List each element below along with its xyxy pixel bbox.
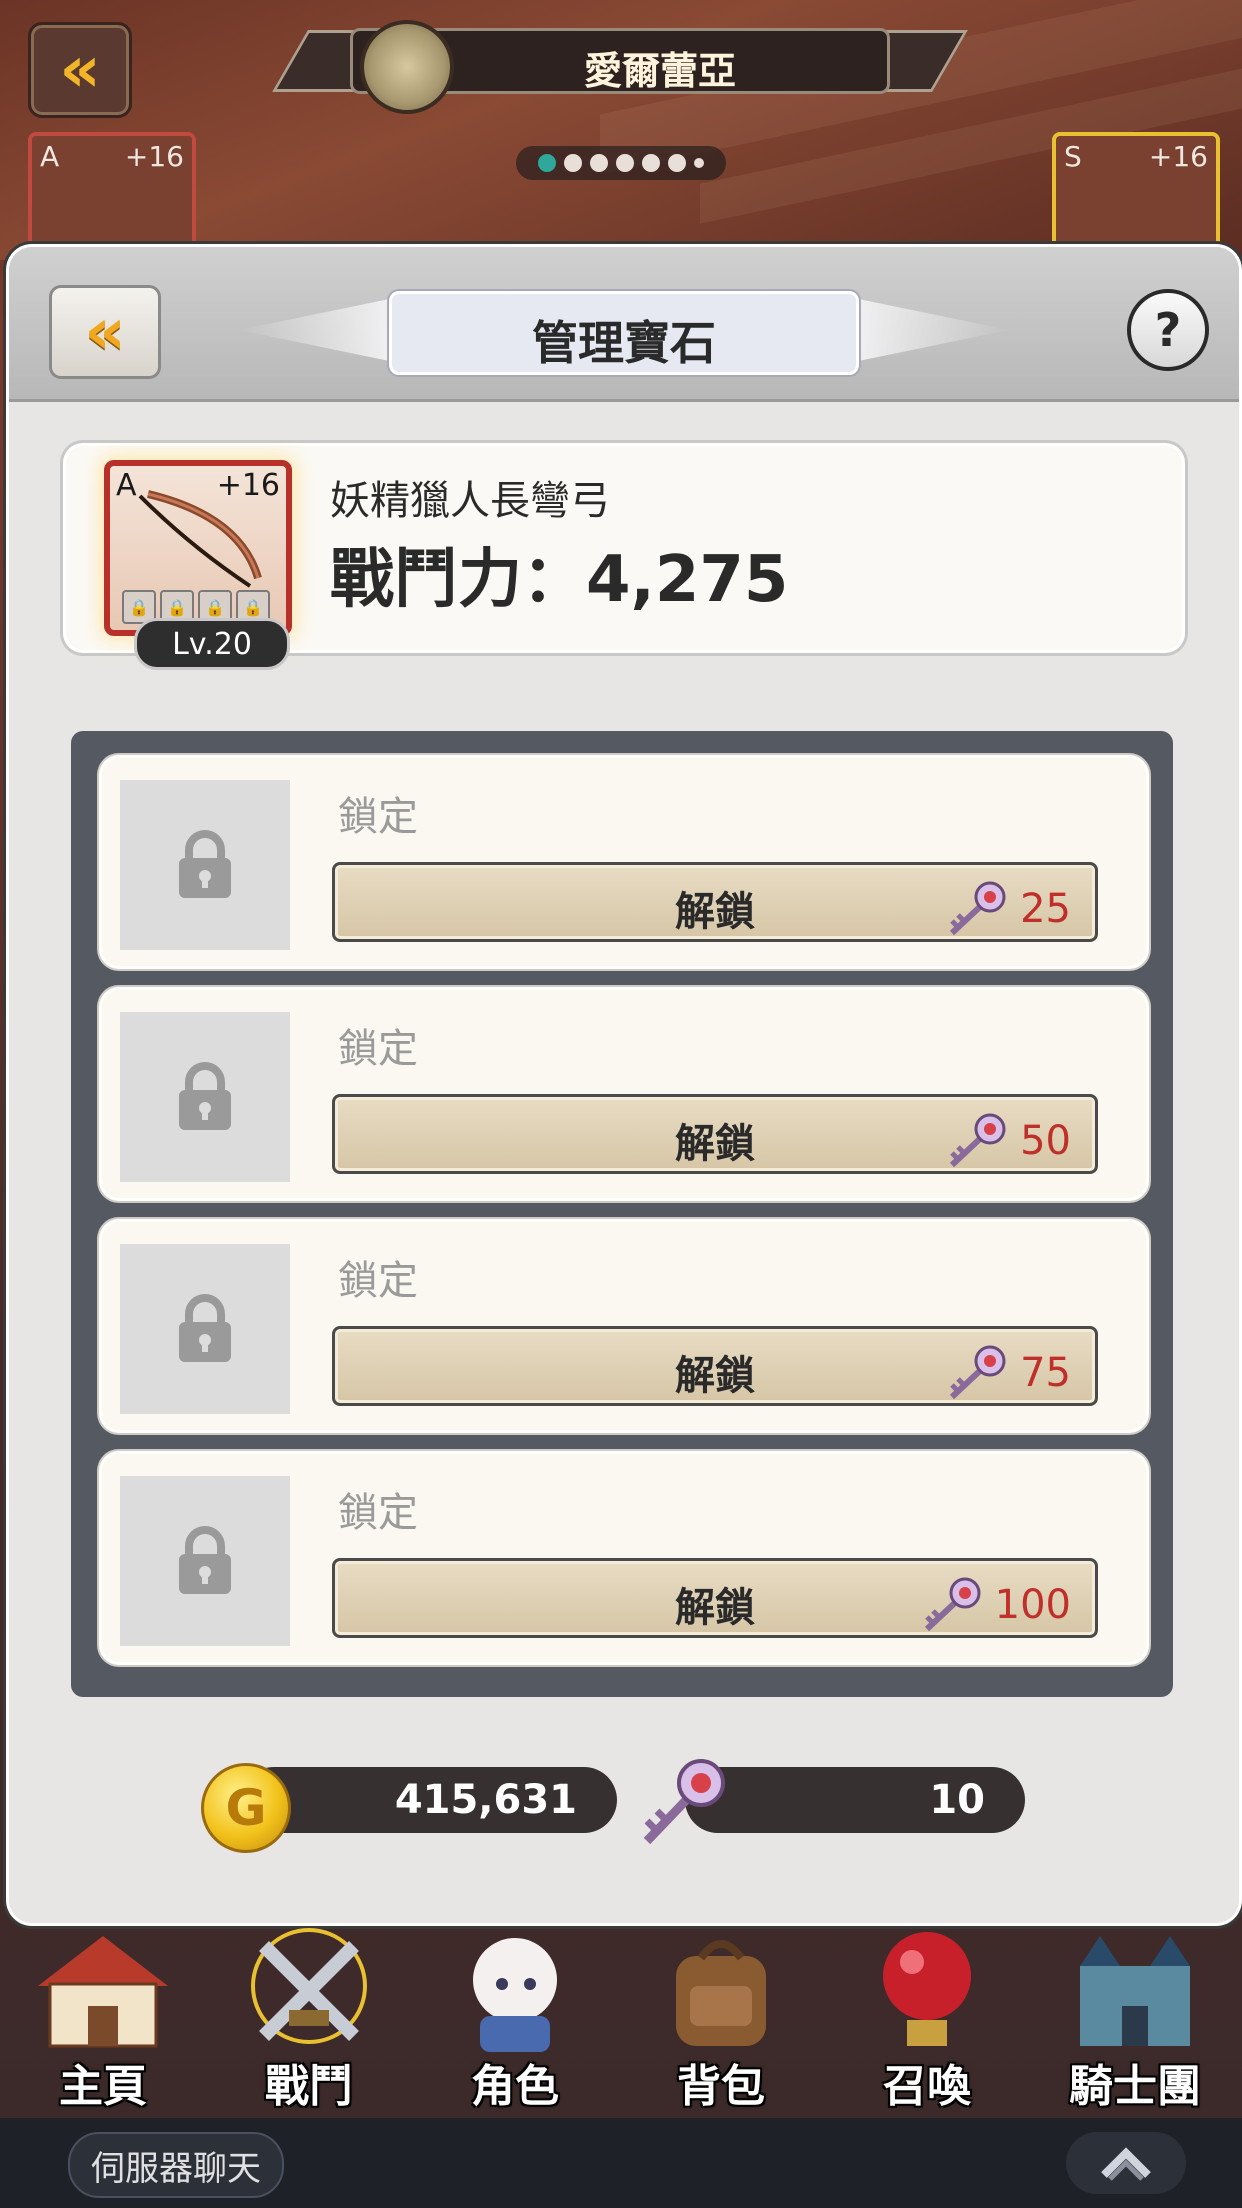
nav-label: 角色 xyxy=(471,2061,559,2112)
castle-icon xyxy=(1080,1936,1190,2046)
unlock-cost-value: 50 xyxy=(1020,1118,1071,1164)
gold-counter: 415,631 G xyxy=(201,1763,617,1853)
gem-key-icon xyxy=(950,1113,1006,1168)
back-button[interactable]: « xyxy=(49,285,161,379)
gem-slot: 鎖定 解鎖 75 xyxy=(99,1219,1149,1433)
gem-key-counter: 10 xyxy=(643,1759,1025,1845)
unlock-button[interactable]: 解鎖 50 xyxy=(332,1094,1098,1174)
item-thumbnail[interactable]: A +16 🔒 🔒 🔒 🔒 xyxy=(104,460,292,636)
gem-slot-icon-box xyxy=(120,1476,290,1646)
enhance-label: +16 xyxy=(124,140,184,173)
nav-label: 主頁 xyxy=(59,2061,147,2112)
unlock-button[interactable]: 解鎖 100 xyxy=(332,1558,1098,1638)
character-icon xyxy=(473,1938,557,2052)
gem-key-icon xyxy=(950,881,1006,936)
manage-gems-dialog: « 管理寶石 ? A +16 🔒 🔒 🔒 🔒 Lv.20 妖精獵人長彎弓 戰鬥力… xyxy=(6,244,1242,1926)
backpack-icon xyxy=(676,1940,766,2046)
slot-status-label: 鎖定 xyxy=(338,1026,418,1072)
lock-icon xyxy=(179,1526,231,1594)
nav-item-character[interactable]: 角色 xyxy=(420,1920,610,2120)
pager-dot[interactable] xyxy=(538,154,556,172)
help-button[interactable]: ? xyxy=(1127,289,1209,371)
gem-slot-icon-box xyxy=(120,780,290,950)
gem-slot-icon-box xyxy=(120,1012,290,1182)
expand-chat-button[interactable] xyxy=(1066,2132,1186,2194)
gem-slot-icon-box xyxy=(120,1244,290,1414)
gold-coin-icon: G xyxy=(201,1763,291,1853)
server-chat-button[interactable]: 伺服器聊天 xyxy=(68,2132,284,2198)
nav-label: 召喚 xyxy=(883,2061,971,2112)
question-mark-icon: ? xyxy=(1154,303,1182,357)
pager-dot[interactable] xyxy=(694,158,704,168)
unlock-button[interactable]: 解鎖 25 xyxy=(332,862,1098,942)
unlock-cost-value: 75 xyxy=(1020,1350,1071,1396)
item-level-badge: Lv.20 xyxy=(134,618,290,670)
gem-slot: 鎖定 解鎖 50 xyxy=(99,987,1149,1201)
unlock-button[interactable]: 解鎖 75 xyxy=(332,1326,1098,1406)
gem-slot: 鎖定 解鎖 25 xyxy=(99,755,1149,969)
double-chevron-left-icon: « xyxy=(84,295,126,369)
unlock-cost: 75 xyxy=(944,1343,1071,1403)
lock-icon xyxy=(179,1294,231,1362)
nav-item-battle[interactable]: 戰鬥 xyxy=(214,1920,404,2120)
nav-label: 背包 xyxy=(677,2061,765,2112)
dialog-header: « 管理寶石 ? xyxy=(9,247,1239,402)
nav-label: 騎士團 xyxy=(1069,2061,1201,2112)
pager-dot[interactable] xyxy=(590,154,608,172)
item-name: 妖精獵人長彎弓 xyxy=(330,478,610,524)
chat-bar: 伺服器聊天 xyxy=(0,2118,1242,2208)
pager-dot[interactable] xyxy=(668,154,686,172)
slot-status-label: 鎖定 xyxy=(338,1258,418,1304)
top-title: 愛爾蕾亞 xyxy=(583,49,736,93)
emblem-icon xyxy=(360,20,454,114)
chevron-up-icon xyxy=(1101,2147,1151,2181)
house-icon xyxy=(38,1936,168,2048)
pager-dot[interactable] xyxy=(564,154,582,172)
pager-dot[interactable] xyxy=(642,154,660,172)
unlock-cost: 25 xyxy=(944,879,1071,939)
unlock-cost-value: 25 xyxy=(1020,886,1071,932)
page-indicator[interactable] xyxy=(516,146,726,180)
pager-dot[interactable] xyxy=(616,154,634,172)
background-item-card: A +16 xyxy=(28,132,196,250)
gem-key-amount: 10 xyxy=(685,1767,1025,1833)
title-banner: 管理寶石 xyxy=(239,285,1009,375)
nav-item-summon[interactable]: 召喚 xyxy=(832,1920,1022,2120)
unlock-cost: 50 xyxy=(944,1111,1071,1171)
item-info-card: A +16 🔒 🔒 🔒 🔒 Lv.20 妖精獵人長彎弓 戰鬥力：4,275 xyxy=(63,443,1185,670)
dialog-title: 管理寶石 xyxy=(532,316,716,370)
top-back-button[interactable]: « xyxy=(28,22,132,118)
item-combat-power: 戰鬥力：4,275 xyxy=(330,543,789,617)
gem-key-icon xyxy=(643,1759,725,1845)
nav-label: 戰鬥 xyxy=(265,2061,353,2112)
gold-amount: 415,631 xyxy=(241,1767,617,1833)
gem-slot: 鎖定 解鎖 100 xyxy=(99,1451,1149,1665)
summon-orb-icon xyxy=(883,1932,971,2046)
slot-status-label: 鎖定 xyxy=(338,1490,418,1536)
gem-slots-panel: 鎖定 解鎖 25 鎖定 解鎖 50 鎖定 解鎖 75 鎖定 解鎖 100 xyxy=(71,731,1173,1697)
crossed-swords-icon xyxy=(251,1928,367,2044)
nav-item-bag[interactable]: 背包 xyxy=(626,1920,816,2120)
longbow-icon xyxy=(138,490,262,588)
unlock-cost-value: 100 xyxy=(994,1582,1071,1628)
top-banner: 愛爾蕾亞 xyxy=(272,18,968,114)
nav-item-guild[interactable]: 騎士團 xyxy=(1040,1920,1230,2120)
gem-key-icon xyxy=(924,1577,981,1632)
bottom-navigation: 主頁 戰鬥 角色 背包 召喚 騎士團 xyxy=(0,1920,1242,2120)
slot-status-label: 鎖定 xyxy=(338,794,418,840)
nav-item-home[interactable]: 主頁 xyxy=(8,1920,198,2120)
lock-icon xyxy=(179,1062,231,1130)
grade-label: S xyxy=(1064,140,1082,173)
lock-icon xyxy=(179,830,231,898)
gem-key-icon xyxy=(950,1345,1006,1400)
gold-coin-letter: G xyxy=(225,1779,267,1837)
background-item-card: S +16 xyxy=(1052,132,1220,250)
unlock-cost: 100 xyxy=(919,1575,1071,1635)
enhance-label: +16 xyxy=(1148,140,1208,173)
grade-label: A xyxy=(40,140,60,173)
